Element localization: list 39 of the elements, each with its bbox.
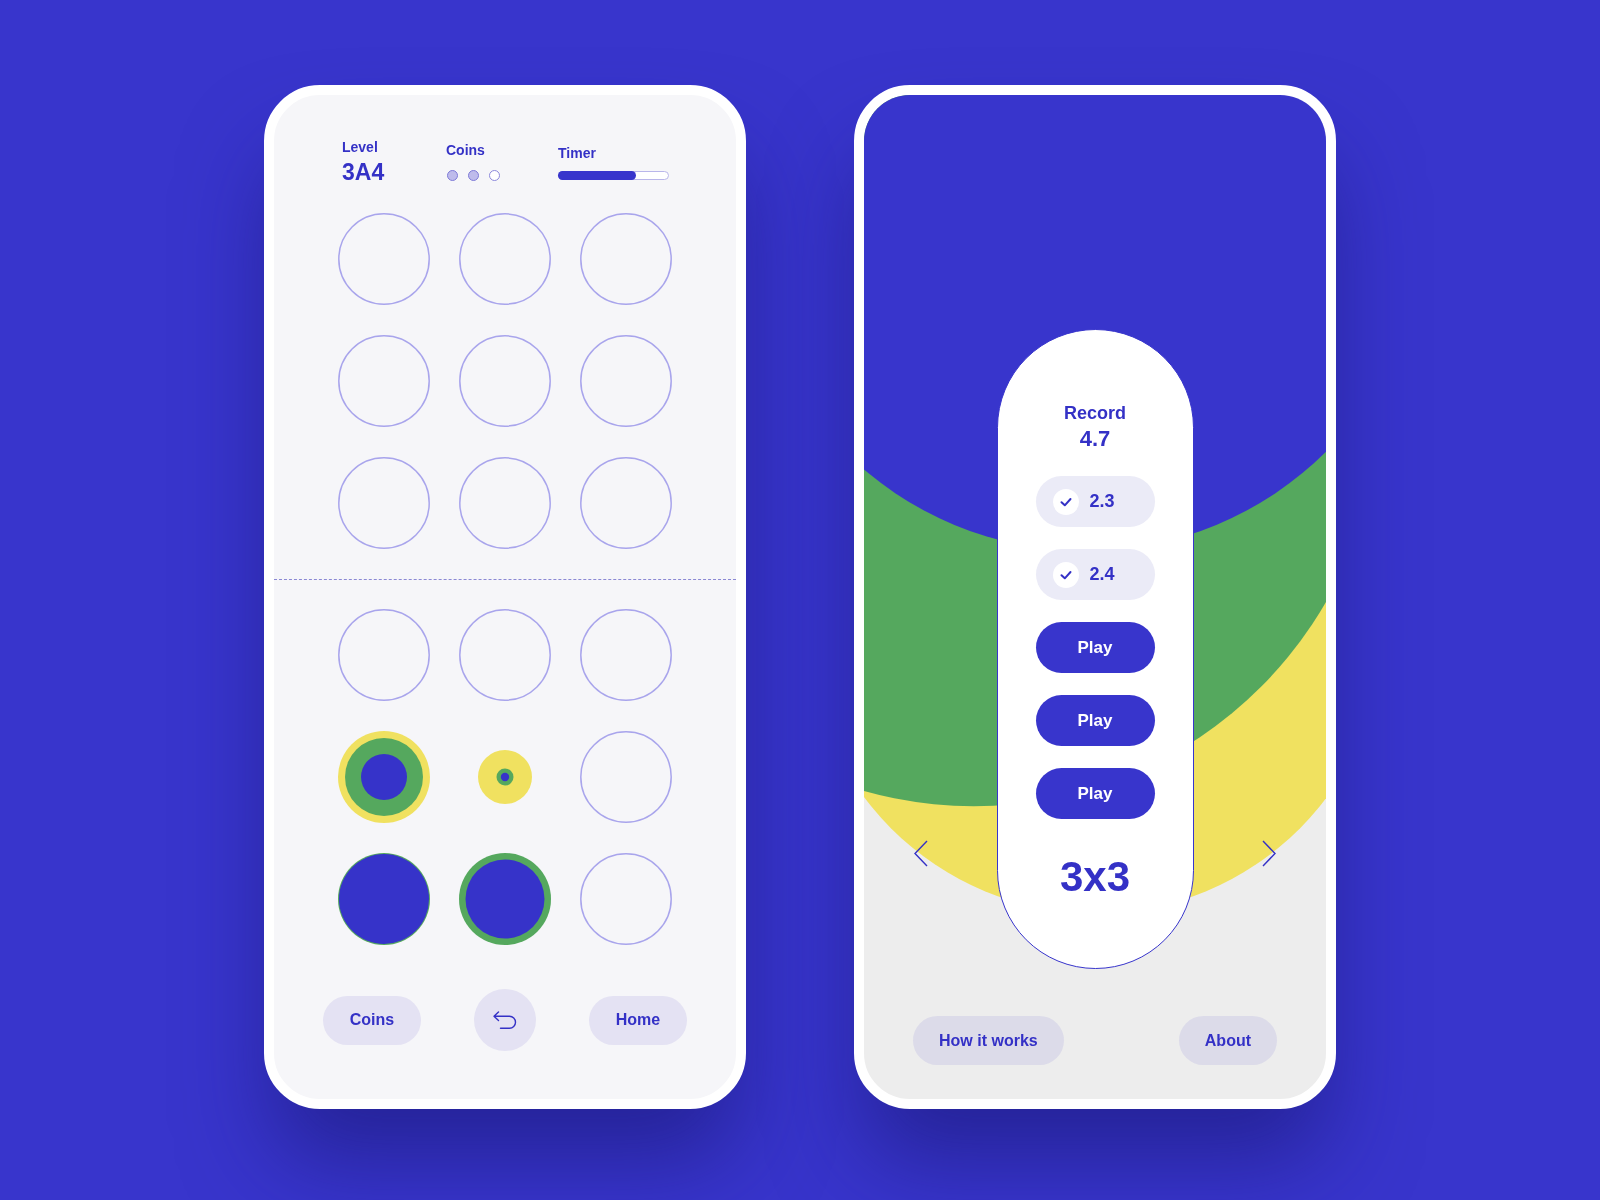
- empty-circle[interactable]: [338, 457, 430, 549]
- empty-circle[interactable]: [459, 335, 551, 427]
- check-icon: [1052, 561, 1079, 588]
- ringed-disc-piece[interactable]: [459, 853, 551, 945]
- result-value: 2.4: [1089, 563, 1115, 586]
- solid-disc-piece[interactable]: [338, 853, 430, 945]
- result-value: 2.3: [1089, 490, 1115, 513]
- empty-circle[interactable]: [580, 731, 672, 823]
- empty-circle[interactable]: [580, 853, 672, 945]
- empty-circle[interactable]: [459, 213, 551, 305]
- empty-circle[interactable]: [459, 609, 551, 701]
- return-arrow-icon: [493, 1010, 517, 1030]
- check-icon: [1052, 488, 1079, 515]
- empty-circle[interactable]: [338, 335, 430, 427]
- bullseye-piece[interactable]: [338, 731, 430, 823]
- coins-label: Coins: [446, 142, 485, 159]
- level-label: Level: [342, 139, 378, 156]
- chevron-left-icon[interactable]: [914, 840, 928, 867]
- empty-circle[interactable]: [338, 213, 430, 305]
- pill-button[interactable]: About: [1178, 1016, 1277, 1065]
- play-button[interactable]: Play: [1035, 622, 1155, 673]
- pill-button[interactable]: Home: [589, 995, 687, 1045]
- empty-circle[interactable]: [580, 609, 672, 701]
- timer-label: Timer: [558, 145, 596, 162]
- pill-button[interactable]: How it works: [913, 1016, 1064, 1065]
- empty-circle[interactable]: [459, 457, 551, 549]
- record-label: Record: [1064, 402, 1126, 424]
- empty-circle[interactable]: [338, 609, 430, 701]
- play-button[interactable]: Play: [1035, 695, 1155, 746]
- level-value: 3A4: [342, 159, 385, 185]
- small-bullseye-piece[interactable]: [478, 750, 532, 804]
- empty-circle[interactable]: [580, 335, 672, 427]
- empty-circle[interactable]: [580, 213, 672, 305]
- empty-circle[interactable]: [580, 457, 672, 549]
- board-size-label: 3x3: [1059, 854, 1131, 900]
- record-value: 4.7: [1079, 426, 1111, 452]
- pill-button[interactable]: Coins: [323, 995, 421, 1045]
- chevron-right-icon[interactable]: [1262, 840, 1276, 867]
- play-button[interactable]: Play: [1035, 768, 1155, 819]
